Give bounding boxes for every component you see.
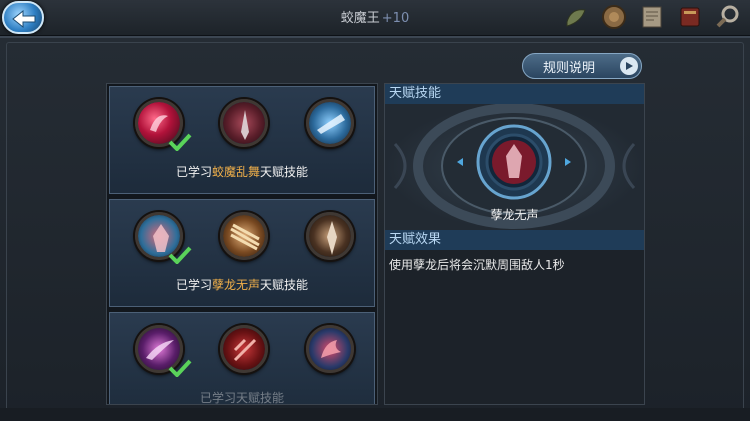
talent-row-caption: 已学习孽龙无声天赋技能 [110,276,374,293]
learned-skill-name: 孽龙无声 [211,278,260,292]
magnifier-icon[interactable] [714,3,742,31]
top-bar: 蛟魔王 +10 [0,0,750,36]
caption-prefix: 已学习 [175,165,212,179]
learned-check-icon [168,246,192,264]
scroll-icon[interactable] [562,3,590,31]
talent-skill-icon[interactable] [220,99,268,147]
caption-suffix: 天赋技能 [260,165,309,179]
play-arrow-icon [620,57,638,75]
learned-check-icon [168,133,192,151]
talent-skill-icon[interactable] [220,212,268,260]
learned-skill-name: 蛟魔乱舞 [211,165,260,179]
talent-effect-text: 使用孽龙后将会沉默周围敌人1秒 [389,258,565,272]
hero-name: 蛟魔王 [340,11,380,26]
map-icon[interactable] [638,3,666,31]
caption-suffix: 天赋技能 [236,391,285,405]
talent-effect-header: 天赋效果 [385,230,644,250]
talent-list[interactable]: 已学习蛟魔乱舞天赋技能 已学习孽龙无声天赋技能 已学习天赋技能 [106,83,378,405]
talent-skill-header: 天赋技能 [385,84,644,104]
bottom-strip [0,408,750,421]
talent-row-caption: 已学习蛟魔乱舞天赋技能 [110,163,374,180]
learned-check-icon [168,359,192,377]
selected-skill-name: 孽龙无声 [490,208,539,222]
talent-row[interactable]: 已学习蛟魔乱舞天赋技能 [109,86,375,194]
hero-level: +10 [381,11,410,26]
rules-button-label: 规则说明 [543,60,596,76]
talent-skill-icon[interactable] [306,325,354,373]
talent-skill-icon[interactable] [306,212,354,260]
top-icons [562,3,742,31]
caption-prefix: 已学习 [199,391,236,405]
shield-icon[interactable] [600,3,628,31]
talent-row[interactable]: 已学习孽龙无声天赋技能 [109,199,375,307]
caption-suffix: 天赋技能 [260,278,309,292]
talent-skill-icon[interactable] [220,325,268,373]
talent-skill-icon[interactable] [306,99,354,147]
rules-button[interactable]: 规则说明 [522,53,642,79]
talent-detail-panel: 天赋技能 孽龙无声 天赋效果 使用孽龙后将会沉默周围敌人1秒 [384,83,645,405]
book-icon[interactable] [676,3,704,31]
talent-row-caption: 已学习天赋技能 [110,389,374,405]
talent-row[interactable]: 已学习天赋技能 [109,312,375,405]
caption-prefix: 已学习 [175,278,212,292]
